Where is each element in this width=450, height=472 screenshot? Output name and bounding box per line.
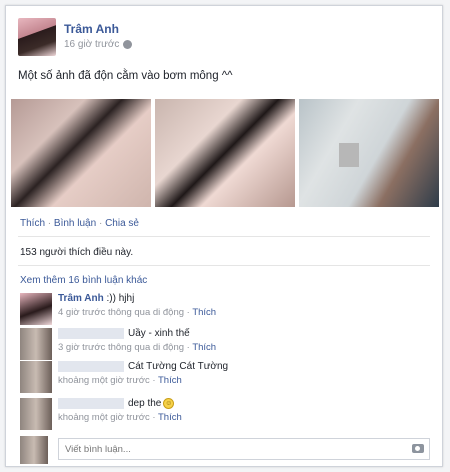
comment-body: dep the ☺ khoảng một giờ trước · Thích	[58, 398, 182, 424]
comment-author[interactable]: Trâm Anh	[58, 293, 104, 304]
author-name[interactable]: Trâm Anh	[64, 22, 119, 36]
comment-avatar[interactable]	[20, 293, 52, 325]
redacted-name	[58, 328, 124, 339]
comment-like-link[interactable]: Thích	[158, 412, 182, 423]
comment-body: Cát Tường Cát Tường khoảng một giờ trước…	[58, 361, 229, 387]
comment-input[interactable]	[58, 438, 430, 460]
comment-avatar[interactable]	[20, 398, 52, 430]
comment-like-link[interactable]: Thích	[192, 307, 216, 318]
comment-text: :)) hjhj	[106, 293, 135, 304]
likes-count[interactable]: 153 người thích điều này.	[20, 247, 133, 258]
like-link[interactable]: Thích	[20, 218, 45, 229]
post-actions: Thích · Bình luận · Chia sẻ	[20, 218, 139, 229]
comment-avatar[interactable]	[20, 328, 52, 360]
comment-link[interactable]: Bình luận	[54, 218, 96, 229]
comment-text: dep the	[128, 398, 162, 410]
view-more-comments[interactable]: Xem thêm 16 bình luận khác	[20, 275, 147, 286]
comment: dep the ☺ khoảng một giờ trước · Thích	[20, 398, 430, 430]
divider	[18, 236, 430, 237]
comment-avatar[interactable]	[20, 361, 52, 393]
redacted-name	[58, 398, 124, 409]
comment-meta: 3 giờ trước thông qua di động	[58, 342, 185, 354]
comment-like-link[interactable]: Thích	[192, 342, 216, 353]
comment: Uầy - xinh thế 3 giờ trước thông qua di …	[20, 328, 430, 360]
comment-text: Uầy - xinh thế	[128, 328, 190, 340]
post-time[interactable]: 16 giờ trước	[64, 39, 119, 50]
author-avatar[interactable]	[18, 18, 56, 56]
user-avatar[interactable]	[20, 436, 48, 464]
photo-2[interactable]	[155, 99, 295, 207]
smiley-icon: ☺	[163, 398, 175, 409]
separator: ·	[45, 218, 54, 229]
share-link[interactable]: Chia sẻ	[105, 218, 139, 229]
divider	[18, 265, 430, 266]
comment: Cát Tường Cát Tường khoảng một giờ trước…	[20, 361, 430, 393]
redacted-name	[58, 361, 124, 372]
camera-icon[interactable]	[412, 444, 424, 453]
comment-body: Trâm Anh :)) hjhj 4 giờ trước thông qua …	[58, 293, 217, 318]
censor-blur	[339, 143, 359, 167]
post-header: Trâm Anh 16 giờ trước	[18, 18, 418, 58]
comment: Trâm Anh :)) hjhj 4 giờ trước thông qua …	[20, 293, 430, 327]
comment-text: Cát Tường Cát Tường	[128, 361, 229, 373]
comment-body: Uầy - xinh thế 3 giờ trước thông qua di …	[58, 328, 217, 354]
photo-grid	[11, 99, 439, 207]
post-meta: 16 giờ trước	[64, 39, 133, 50]
post-card: Trâm Anh 16 giờ trước Một số ảnh đã độn …	[5, 5, 443, 467]
separator: ·	[96, 218, 106, 229]
post-status: Một số ảnh đã độn cằm vào bơm mông ^^	[18, 70, 233, 82]
comment-meta: khoảng một giờ trước	[58, 375, 150, 387]
comment-input-row	[20, 436, 430, 464]
comment-meta: 4 giờ trước thông qua di động	[58, 307, 185, 318]
comment-like-link[interactable]: Thích	[158, 375, 182, 386]
globe-icon[interactable]	[123, 40, 133, 49]
comment-meta: khoảng một giờ trước	[58, 412, 150, 424]
photo-1[interactable]	[11, 99, 151, 207]
photo-3[interactable]	[299, 99, 439, 207]
